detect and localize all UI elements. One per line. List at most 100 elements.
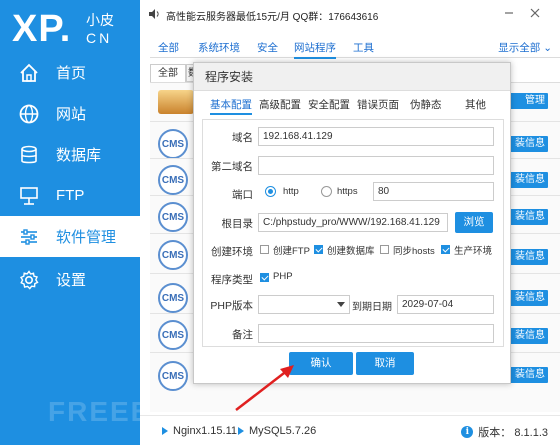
- create-database-checkbox[interactable]: [314, 245, 323, 254]
- http-radio[interactable]: [265, 186, 276, 197]
- tab-rewrite[interactable]: 伪静态: [410, 97, 442, 112]
- top-bar: 高性能云服务器最低15元/月 QQ群：176643616: [140, 0, 560, 30]
- cms-icon: CMS: [158, 202, 188, 232]
- note-input[interactable]: [258, 324, 494, 343]
- note-label: 备注: [232, 329, 253, 341]
- tab-all[interactable]: 全部: [158, 40, 179, 55]
- root-dir-input[interactable]: C:/phpstudy_pro/WWW/192.168.41.129: [258, 213, 448, 232]
- cms-icon: CMS: [158, 283, 188, 313]
- sync-hosts-checkbox[interactable]: [380, 245, 389, 254]
- install-info-button[interactable]: 装信息: [510, 367, 548, 383]
- domain-input[interactable]: 192.168.41.129: [258, 127, 494, 146]
- manage-button[interactable]: 管理: [510, 93, 548, 109]
- dialog-tabs: 基本配置 高级配置 安全配置 错误页面 伪静态 其他: [204, 94, 502, 115]
- version-info: i 版本： 8.1.1.3: [461, 424, 548, 440]
- tab-web-programs[interactable]: 网站程序: [294, 40, 336, 59]
- create-env-label: 创建环境: [211, 246, 253, 258]
- show-all-label: 显示全部: [498, 42, 541, 54]
- second-domain-label: 第二域名: [211, 161, 253, 173]
- cms-icon: CMS: [158, 361, 188, 391]
- chevron-down-icon: [337, 302, 345, 307]
- sidebar-item-label: 首页: [56, 65, 87, 82]
- tab-advanced-config[interactable]: 高级配置: [259, 97, 301, 112]
- sidebar: XP. 小皮 CN 首页 网站 数据库 FTP 软件管理 设置 FREEBUF: [0, 0, 192, 445]
- install-info-button[interactable]: 装信息: [510, 249, 548, 265]
- php-version-select[interactable]: [258, 295, 350, 314]
- php-checkbox[interactable]: [260, 273, 269, 282]
- logo-bottom: CN: [86, 30, 113, 46]
- status-bar: Nginx1.15.11 MySQL5.7.26 i 版本： 8.1.1.3: [140, 415, 560, 445]
- speaker-icon: [148, 8, 160, 23]
- second-domain-input[interactable]: [258, 156, 494, 175]
- port-label: 端口: [232, 189, 253, 201]
- sidebar-item-website[interactable]: 网站: [0, 93, 140, 134]
- install-info-button[interactable]: 装信息: [510, 328, 548, 344]
- port-input[interactable]: 80: [373, 182, 494, 201]
- sidebar-item-label: 网站: [56, 106, 87, 123]
- expire-date-label: 到期日期: [352, 302, 392, 313]
- info-icon: i: [461, 426, 474, 438]
- cms-icon: CMS: [158, 240, 188, 270]
- install-info-button[interactable]: 装信息: [510, 136, 548, 152]
- play-icon: [162, 427, 168, 435]
- https-label: https: [337, 186, 358, 197]
- domain-label: 域名: [232, 132, 253, 144]
- create-ftp-label: 创建FTP: [273, 246, 310, 257]
- http-label: http: [283, 186, 299, 197]
- https-radio[interactable]: [321, 186, 332, 197]
- expire-date-input[interactable]: 2029-07-04: [397, 295, 494, 314]
- production-env-label: 生产环境: [454, 246, 493, 257]
- sidebar-item-ftp[interactable]: FTP: [0, 175, 140, 216]
- tab-error-pages[interactable]: 错误页面: [357, 97, 399, 112]
- sidebar-item-label: FTP: [56, 187, 85, 204]
- tab-basic-config[interactable]: 基本配置: [210, 97, 252, 115]
- program-install-dialog: 程序安装 基本配置 高级配置 安全配置 错误页面 伪静态 其他 域名 192.1…: [193, 62, 511, 384]
- cms-icon: CMS: [158, 320, 188, 350]
- basic-config-form: 域名 192.168.41.129 第二域名 端口 http https 80 …: [202, 119, 504, 347]
- install-info-button[interactable]: 装信息: [510, 290, 548, 306]
- tab-tools[interactable]: 工具: [353, 40, 374, 55]
- chevron-down-icon: ⌄: [543, 42, 552, 54]
- close-button[interactable]: [528, 6, 542, 20]
- home-icon: [17, 61, 41, 85]
- ftp-icon: [17, 184, 41, 208]
- tab-system-env[interactable]: 系统环境: [198, 40, 240, 55]
- database-icon: [17, 143, 41, 167]
- logo-main: XP.: [12, 8, 72, 50]
- play-icon: [238, 427, 244, 435]
- nginx-label: Nginx1.15.11: [173, 425, 238, 437]
- sliders-icon: [17, 225, 41, 249]
- mysql-status[interactable]: MySQL5.7.26: [238, 425, 316, 437]
- annotation-arrow: [235, 365, 294, 411]
- create-database-label: 创建数据库: [327, 246, 375, 257]
- sidebar-item-software[interactable]: 软件管理: [0, 216, 140, 257]
- globe-icon: [17, 102, 41, 126]
- sidebar-item-settings[interactable]: 设置: [0, 259, 140, 300]
- program-type-label: 程序类型: [211, 274, 253, 286]
- sidebar-item-label: 设置: [56, 272, 87, 289]
- sidebar-item-database[interactable]: 数据库: [0, 134, 140, 175]
- sidebar-item-label: 软件管理: [56, 229, 117, 246]
- tab-other[interactable]: 其他: [465, 97, 486, 112]
- sidebar-item-home[interactable]: 首页: [0, 52, 140, 93]
- minimize-button[interactable]: [502, 6, 516, 20]
- sidebar-item-label: 数据库: [56, 147, 102, 164]
- category-tabs: 全部 系统环境 安全 网站程序 工具 显示全部 ⌄: [150, 36, 560, 59]
- install-info-button[interactable]: 装信息: [510, 172, 548, 188]
- app-logo: XP. 小皮 CN: [12, 6, 137, 50]
- gear-icon: [17, 268, 41, 292]
- tab-security-config[interactable]: 安全配置: [308, 97, 350, 112]
- create-ftp-checkbox[interactable]: [260, 245, 269, 254]
- cancel-button[interactable]: 取消: [356, 352, 414, 375]
- nginx-status[interactable]: Nginx1.15.11: [162, 425, 237, 437]
- tab-security[interactable]: 安全: [257, 40, 278, 55]
- show-all-dropdown[interactable]: 显示全部 ⌄: [498, 40, 552, 55]
- promo-text: 高性能云服务器最低15元/月 QQ群：176643616: [166, 11, 379, 23]
- install-info-button[interactable]: 装信息: [510, 209, 548, 225]
- root-dir-label: 根目录: [221, 218, 254, 230]
- browse-button[interactable]: 浏览: [455, 212, 493, 233]
- mysql-label: MySQL5.7.26: [249, 425, 317, 437]
- subtab-all[interactable]: 全部: [150, 64, 186, 82]
- production-env-checkbox[interactable]: [441, 245, 450, 254]
- close-icon: [530, 8, 540, 18]
